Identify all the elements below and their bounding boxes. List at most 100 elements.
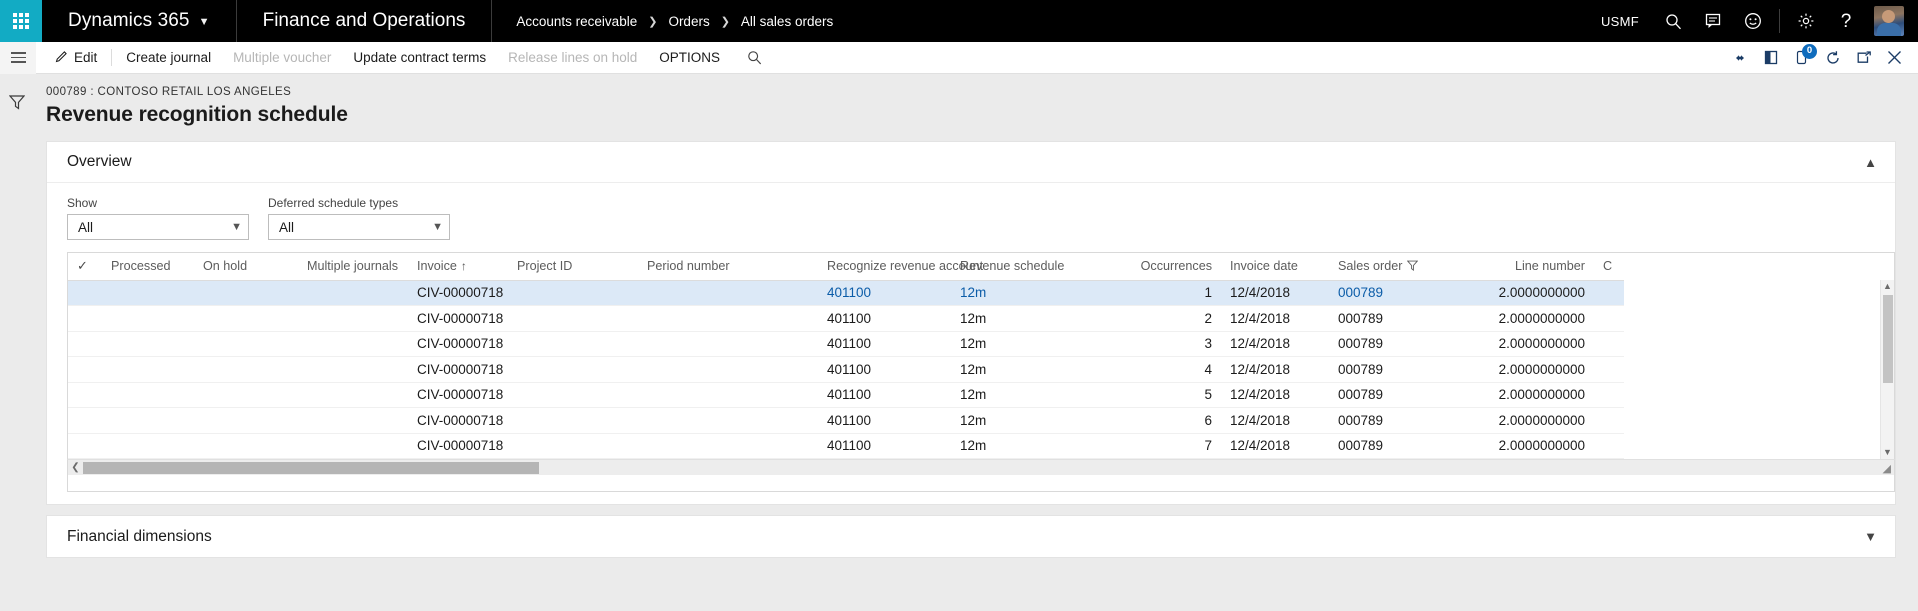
cell-invdate[interactable]: 12/4/2018 <box>1221 382 1329 408</box>
cell-revsched[interactable]: 12m <box>951 280 1109 306</box>
cell-onhold[interactable] <box>194 408 298 434</box>
grid-header-salesorder[interactable]: Sales order <box>1329 253 1469 280</box>
cell-projectid[interactable] <box>508 382 638 408</box>
cell-periodnum[interactable] <box>638 408 818 434</box>
cell-invoice[interactable]: CIV-00000718 <box>408 280 508 306</box>
cell-occurrences[interactable]: 5 <box>1109 382 1221 408</box>
cell-invoice[interactable]: CIV-00000718 <box>408 331 508 357</box>
cell-onhold[interactable] <box>194 357 298 383</box>
grid-header-invdate[interactable]: Invoice date <box>1221 253 1329 280</box>
cell-periodnum[interactable] <box>638 331 818 357</box>
cell-invdate[interactable]: 12/4/2018 <box>1221 433 1329 459</box>
edit-button[interactable]: Edit <box>44 42 108 74</box>
resize-grip-icon[interactable]: ◢ <box>1883 462 1891 475</box>
deferred-schedule-types-select[interactable]: All ▼ <box>268 214 450 240</box>
cell-linenumber[interactable]: 2.0000000000 <box>1469 331 1594 357</box>
chevron-up-icon[interactable]: ▲ <box>1864 155 1877 170</box>
grid-header-revacct[interactable]: Recognize revenue account <box>818 253 951 280</box>
grid-header-check[interactable]: ✓ <box>68 253 102 280</box>
cell-onhold[interactable] <box>194 280 298 306</box>
personalize-icon[interactable] <box>1724 42 1755 74</box>
cell-occurrences[interactable]: 4 <box>1109 357 1221 383</box>
grid-header-projectid[interactable]: Project ID <box>508 253 638 280</box>
show-select[interactable]: All ▼ <box>67 214 249 240</box>
cell-invoice[interactable]: CIV-00000718 <box>408 357 508 383</box>
cell-check[interactable] <box>68 408 102 434</box>
cell-occurrences[interactable]: 3 <box>1109 331 1221 357</box>
chevron-down-icon[interactable]: ▼ <box>1864 529 1877 544</box>
create-journal-button[interactable]: Create journal <box>115 42 222 74</box>
cell-cut[interactable] <box>1594 357 1624 383</box>
cell-invdate[interactable]: 12/4/2018 <box>1221 280 1329 306</box>
gear-icon[interactable] <box>1786 0 1826 42</box>
cell-multijrnl[interactable] <box>298 382 408 408</box>
filter-pane-icon[interactable] <box>9 94 25 115</box>
overview-fasttab-header[interactable]: Overview ▲ <box>47 142 1895 183</box>
cell-onhold[interactable] <box>194 306 298 332</box>
grid-vertical-scrollbar[interactable]: ▲ ▼ <box>1880 280 1894 459</box>
cell-processed[interactable] <box>102 408 194 434</box>
cell-check[interactable] <box>68 382 102 408</box>
smiley-icon[interactable] <box>1733 0 1773 42</box>
horizontal-scroll-thumb[interactable] <box>83 462 539 474</box>
cell-check[interactable] <box>68 433 102 459</box>
options-button[interactable]: OPTIONS <box>648 42 731 74</box>
app-name[interactable]: Finance and Operations <box>237 0 492 42</box>
table-row[interactable]: CIV-0000071840110012m612/4/20180007892.0… <box>68 408 1624 434</box>
grid-header-cut[interactable]: C <box>1594 253 1624 280</box>
cell-linenumber[interactable]: 2.0000000000 <box>1469 382 1594 408</box>
grid-header-linenumber[interactable]: Line number <box>1469 253 1594 280</box>
table-row[interactable]: CIV-0000071840110012m512/4/20180007892.0… <box>68 382 1624 408</box>
cell-processed[interactable] <box>102 331 194 357</box>
cell-revacct[interactable]: 401100 <box>818 357 951 383</box>
grid-header-onhold[interactable]: On hold <box>194 253 298 280</box>
cell-processed[interactable] <box>102 433 194 459</box>
cell-linenumber[interactable]: 2.0000000000 <box>1469 433 1594 459</box>
breadcrumb-item-1[interactable]: Orders <box>668 14 709 29</box>
cell-check[interactable] <box>68 280 102 306</box>
cell-onhold[interactable] <box>194 331 298 357</box>
table-row[interactable]: CIV-0000071840110012m212/4/20180007892.0… <box>68 306 1624 332</box>
cell-projectid[interactable] <box>508 408 638 434</box>
cell-salesorder[interactable]: 000789 <box>1329 357 1469 383</box>
cell-onhold[interactable] <box>194 433 298 459</box>
company-selector[interactable]: USMF <box>1587 14 1653 29</box>
grid-header-occurrences[interactable]: Occurrences <box>1109 253 1221 280</box>
cell-processed[interactable] <box>102 306 194 332</box>
cell-projectid[interactable] <box>508 331 638 357</box>
cell-processed[interactable] <box>102 357 194 383</box>
cell-cut[interactable] <box>1594 331 1624 357</box>
cell-periodnum[interactable] <box>638 433 818 459</box>
update-contract-terms-button[interactable]: Update contract terms <box>342 42 497 74</box>
attachments-icon[interactable] <box>1755 42 1786 74</box>
cell-onhold[interactable] <box>194 382 298 408</box>
feedback-icon[interactable] <box>1693 0 1733 42</box>
grid-header-revsched[interactable]: Revenue schedule <box>951 253 1109 280</box>
grid-header-periodnum[interactable]: Period number <box>638 253 818 280</box>
cell-projectid[interactable] <box>508 433 638 459</box>
cell-invoice[interactable]: CIV-00000718 <box>408 408 508 434</box>
grid-header-multijrnl[interactable]: Multiple journals <box>298 253 408 280</box>
cell-periodnum[interactable] <box>638 357 818 383</box>
cell-multijrnl[interactable] <box>298 357 408 383</box>
cell-linenumber[interactable]: 2.0000000000 <box>1469 280 1594 306</box>
cell-invoice[interactable]: CIV-00000718 <box>408 382 508 408</box>
cell-cut[interactable] <box>1594 382 1624 408</box>
cell-revacct[interactable]: 401100 <box>818 280 951 306</box>
link-salesorder[interactable]: 000789 <box>1338 285 1383 300</box>
cell-cut[interactable] <box>1594 433 1624 459</box>
cell-invdate[interactable]: 12/4/2018 <box>1221 408 1329 434</box>
cell-processed[interactable] <box>102 382 194 408</box>
filter-icon[interactable] <box>1407 260 1418 274</box>
cell-revacct[interactable]: 401100 <box>818 306 951 332</box>
search-icon[interactable] <box>737 42 771 74</box>
cell-multijrnl[interactable] <box>298 433 408 459</box>
cell-occurrences[interactable]: 7 <box>1109 433 1221 459</box>
cell-salesorder[interactable]: 000789 <box>1329 306 1469 332</box>
cell-invoice[interactable]: CIV-00000718 <box>408 433 508 459</box>
cell-periodnum[interactable] <box>638 306 818 332</box>
navigation-pane-toggle[interactable] <box>0 42 36 74</box>
notes-icon[interactable]: 0 <box>1786 42 1817 74</box>
cell-occurrences[interactable]: 1 <box>1109 280 1221 306</box>
check-icon[interactable]: ✓ <box>77 258 88 273</box>
